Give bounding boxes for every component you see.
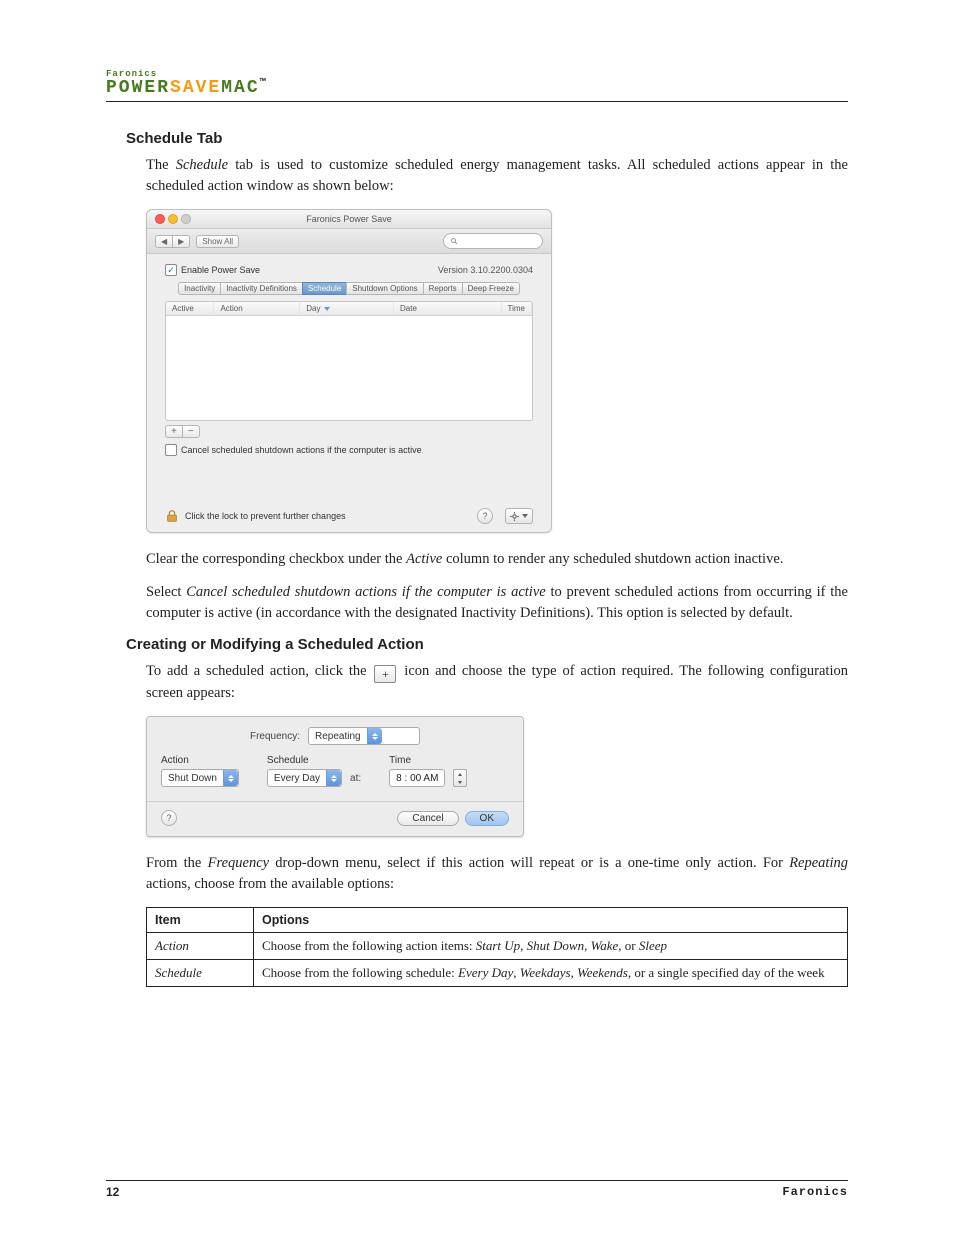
col-time[interactable]: Time	[502, 302, 532, 315]
version-label: Version 3.10.2200.0304	[438, 265, 533, 275]
col-active[interactable]: Active	[166, 302, 214, 315]
col-day[interactable]: Day	[300, 302, 394, 315]
footer-company: Faronics	[782, 1185, 848, 1199]
tab-strip: Inactivity Inactivity Definitions Schedu…	[165, 282, 533, 295]
th-item: Item	[147, 908, 254, 933]
ok-button[interactable]: OK	[465, 811, 509, 826]
stepper-up-icon[interactable]	[454, 770, 466, 778]
dlg-hdr-time: Time	[389, 755, 467, 766]
para-cancel: Select Cancel scheduled shutdown actions…	[146, 582, 848, 624]
add-button[interactable]: +	[165, 425, 182, 438]
schedule-grid: Active Action Day Date Time	[165, 301, 533, 421]
search-icon	[450, 237, 458, 245]
brand-logo: Faronics POWERSAVEMAC™	[106, 70, 848, 97]
help-button[interactable]: ?	[477, 508, 493, 524]
enable-powersave-label: Enable Power Save	[181, 265, 260, 275]
para-clear: Clear the corresponding checkbox under t…	[146, 549, 848, 570]
gear-menu-button[interactable]	[505, 508, 533, 524]
tab-inactivity[interactable]: Inactivity	[178, 282, 221, 295]
page-number: 12	[106, 1185, 119, 1199]
cell-options: Choose from the following schedule: Ever…	[254, 960, 848, 987]
dlg-hdr-schedule: Schedule	[267, 755, 361, 766]
dlg-hdr-action: Action	[161, 755, 239, 766]
cancel-active-label: Cancel scheduled shutdown actions if the…	[181, 445, 422, 455]
at-label: at:	[350, 773, 361, 784]
cell-options: Choose from the following action items: …	[254, 933, 848, 960]
cell-item: Schedule	[147, 960, 254, 987]
intro-paragraph: The Schedule tab is used to customize sc…	[146, 155, 848, 197]
search-input[interactable]	[443, 233, 543, 249]
para-add: To add a scheduled action, click the + i…	[146, 661, 848, 704]
tab-deep-freeze[interactable]: Deep Freeze	[462, 282, 520, 295]
select-knob-icon	[367, 728, 382, 744]
action-dialog: Frequency: Repeating Action Shut Down Sc…	[146, 716, 524, 837]
cell-item: Action	[147, 933, 254, 960]
plus-icon: +	[374, 665, 396, 683]
table-row: Schedule Choose from the following sched…	[147, 960, 848, 987]
col-date[interactable]: Date	[394, 302, 502, 315]
tab-schedule[interactable]: Schedule	[302, 282, 347, 295]
schedule-select[interactable]: Every Day	[267, 769, 342, 787]
chevron-down-icon	[522, 514, 528, 518]
enable-powersave-checkbox[interactable]	[165, 264, 177, 276]
lock-label: Click the lock to prevent further change…	[185, 511, 346, 521]
action-select[interactable]: Shut Down	[161, 769, 239, 787]
stepper-down-icon[interactable]	[454, 778, 466, 786]
select-knob-icon	[223, 770, 238, 786]
th-options: Options	[254, 908, 848, 933]
section-title-schedule: Schedule Tab	[126, 130, 848, 147]
cancel-active-checkbox[interactable]	[165, 444, 177, 456]
time-stepper[interactable]	[453, 769, 467, 787]
preferences-window: Faronics Power Save ◀ ▶ Show All Enable …	[146, 209, 552, 533]
frequency-select[interactable]: Repeating	[308, 727, 420, 745]
lock-icon[interactable]	[165, 509, 179, 523]
time-field[interactable]: 8 : 00 AM	[389, 769, 445, 787]
forward-button[interactable]: ▶	[172, 235, 190, 248]
show-all-button[interactable]: Show All	[196, 235, 239, 248]
remove-button[interactable]: −	[182, 425, 200, 438]
frequency-label: Frequency:	[250, 731, 300, 742]
options-table: Item Options Action Choose from the foll…	[146, 907, 848, 987]
cancel-button[interactable]: Cancel	[397, 811, 458, 826]
col-action[interactable]: Action	[214, 302, 300, 315]
back-button[interactable]: ◀	[155, 235, 172, 248]
dialog-help-button[interactable]: ?	[161, 810, 177, 826]
tab-reports[interactable]: Reports	[423, 282, 463, 295]
page-footer: 12 Faronics	[106, 1180, 848, 1199]
gear-icon	[510, 512, 519, 521]
header-rule	[106, 101, 848, 102]
select-knob-icon	[326, 770, 341, 786]
pref-toolbar: ◀ ▶ Show All	[147, 229, 551, 254]
sort-indicator-icon	[324, 307, 330, 311]
pref-titlebar: Faronics Power Save	[147, 210, 551, 229]
tab-inactivity-definitions[interactable]: Inactivity Definitions	[220, 282, 303, 295]
tab-shutdown-options[interactable]: Shutdown Options	[346, 282, 423, 295]
dialog-separator	[147, 801, 523, 802]
para-freq: From the Frequency drop-down menu, selec…	[146, 853, 848, 895]
window-title: Faronics Power Save	[147, 214, 551, 224]
table-row: Action Choose from the following action …	[147, 933, 848, 960]
section-title-create: Creating or Modifying a Scheduled Action	[126, 636, 848, 653]
